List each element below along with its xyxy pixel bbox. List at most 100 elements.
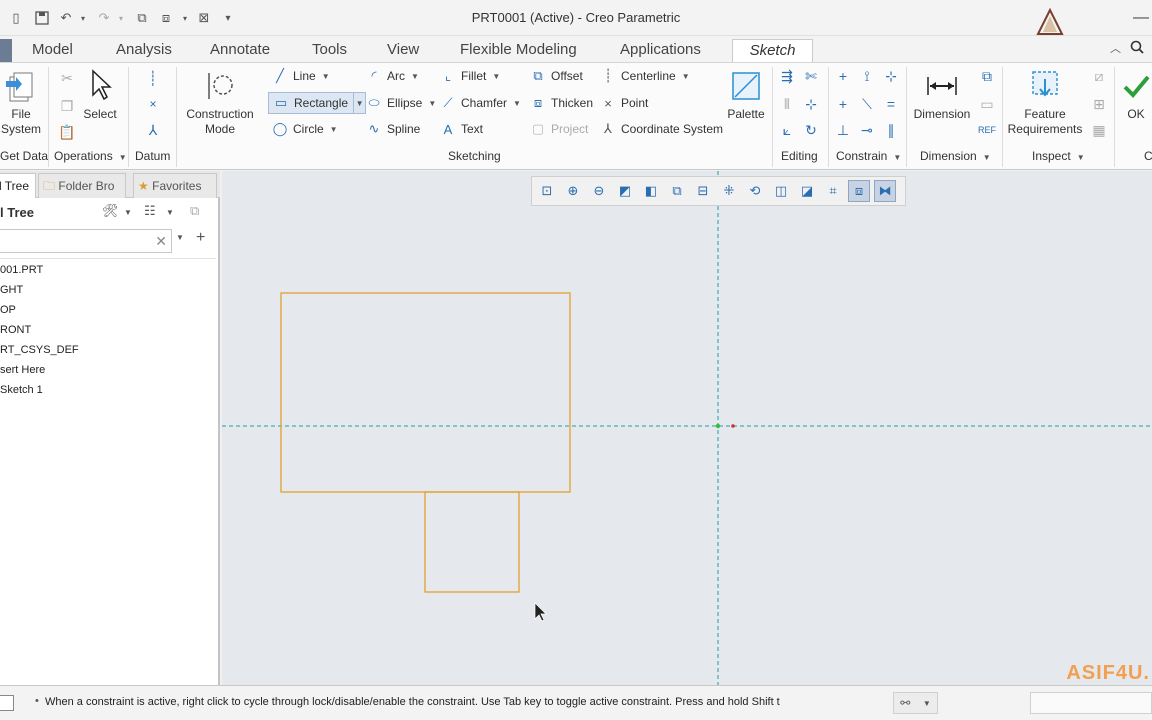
clear-icon[interactable]: ✕ <box>155 233 167 250</box>
graphics-area[interactable]: ⊡ ⊕ ⊖ ◩ ◧ ⧉ ⊟ ⁜ ⟲ ◫ ◪ ⌗ ⧈ ⧓ ASIF4U. <box>222 171 1152 685</box>
symmetric-constraint-icon[interactable]: ⊹ <box>880 65 902 87</box>
text-button[interactable]: A Text <box>440 118 483 140</box>
group-operations[interactable]: Operations ▼ <box>54 149 127 163</box>
tab-favorites[interactable]: ★ Favorites <box>133 173 217 198</box>
arc-button[interactable]: ◜ Arc ▼ <box>366 65 418 87</box>
tree-settings-icon[interactable]: 🛠 <box>102 203 119 219</box>
centerline-button[interactable]: ┊ Centerline ▼ <box>600 65 690 87</box>
datum-csys-icon[interactable]: ⅄ <box>142 119 164 141</box>
minimize-button[interactable]: — <box>1126 6 1152 30</box>
selection-filter[interactable]: ⚯ ▼ <box>893 692 938 714</box>
divide-icon[interactable]: ⊹ <box>800 93 822 115</box>
sketch-view-icon[interactable]: ◪ <box>796 180 818 202</box>
coordinate-system-button[interactable]: ⅄ Coordinate System <box>600 118 723 140</box>
tree-item-csys[interactable]: RT_CSYS_DEF <box>0 344 79 356</box>
tree-item-insert-here[interactable]: sert Here <box>0 364 45 376</box>
palette-button[interactable]: Palette <box>724 69 768 122</box>
tab-model-tree[interactable]: l Tree <box>0 173 36 198</box>
zoom-in-icon[interactable]: ⊕ <box>562 180 584 202</box>
file-tab[interactable] <box>0 39 12 62</box>
rectangle-button[interactable]: ▭ Rectangle ▼ <box>268 92 367 114</box>
datum-point-icon[interactable]: × <box>142 93 164 115</box>
delete-segment-icon[interactable]: ✄ <box>800 65 822 87</box>
ellipse-button[interactable]: ⬭ Ellipse ▼ <box>366 92 436 114</box>
paste-icon[interactable]: 📋 <box>56 121 78 143</box>
coincident-constraint-icon[interactable]: ⊸ <box>856 119 878 141</box>
annotation-display-icon[interactable]: ◫ <box>770 180 792 202</box>
mirror-icon[interactable]: ⫴ <box>776 93 798 115</box>
file-system-button[interactable]: File System <box>0 69 42 137</box>
midpoint-constraint-icon[interactable]: ⟍ <box>856 93 878 115</box>
horizontal-constraint-icon[interactable]: + <box>832 93 854 115</box>
show-dropdown-icon[interactable]: ▼ <box>166 208 174 217</box>
display-style-icon[interactable]: ◧ <box>640 180 662 202</box>
group-constrain[interactable]: Constrain ▼ <box>836 149 901 163</box>
highlight-open-ends-icon[interactable]: ⊞ <box>1088 93 1110 115</box>
construction-mode-button[interactable]: Construction Mode <box>182 69 258 137</box>
tab-applications[interactable]: Applications <box>612 39 709 62</box>
thicken-button[interactable]: ⧈ Thicken <box>530 92 593 114</box>
parallel-constraint-icon[interactable]: ∥ <box>880 119 902 141</box>
circle-button[interactable]: ◯ Circle ▼ <box>272 118 338 140</box>
tree-settings-dropdown-icon[interactable]: ▼ <box>124 208 132 217</box>
filter-field[interactable] <box>1030 692 1152 714</box>
dimension-button[interactable]: Dimension <box>910 69 974 122</box>
sketch-canvas[interactable] <box>222 171 1152 685</box>
datum-centerline-icon[interactable]: ┊ <box>142 67 164 89</box>
tree-item-part[interactable]: 001.PRT <box>0 264 43 276</box>
modify-icon[interactable]: ⇶ <box>776 65 798 87</box>
tab-model[interactable]: Model <box>24 39 81 62</box>
tree-item-top-plane[interactable]: OP <box>0 304 16 316</box>
perimeter-icon[interactable]: ▭ <box>976 93 998 115</box>
sketcher-display-filters-icon[interactable]: ⌗ <box>822 180 844 202</box>
select-button[interactable]: Select <box>80 69 120 122</box>
search-icon[interactable] <box>1130 38 1144 56</box>
tree-item-right-plane[interactable]: GHT <box>0 284 23 296</box>
tree-item-front-plane[interactable]: RONT <box>0 324 31 336</box>
group-inspect[interactable]: Inspect ▼ <box>1032 149 1085 163</box>
group-dimension[interactable]: Dimension ▼ <box>920 149 991 163</box>
collapse-ribbon-icon[interactable]: ︿ <box>1110 39 1121 57</box>
add-column-icon[interactable]: + <box>196 229 205 247</box>
tree-filter-icon[interactable]: ⧉ <box>190 203 199 219</box>
overlapping-geometry-icon[interactable]: ⧄ <box>1088 65 1110 87</box>
equal-constraint-icon[interactable]: = <box>880 93 902 115</box>
reference-icon[interactable]: REF <box>976 119 998 141</box>
tab-view[interactable]: View <box>379 39 427 62</box>
view-manager-icon[interactable]: ⊟ <box>692 180 714 202</box>
tab-tools[interactable]: Tools <box>304 39 355 62</box>
show-vertices-icon[interactable]: ⧓ <box>874 180 896 202</box>
project-button[interactable]: ▢ Project <box>530 118 589 140</box>
tab-folder-browser[interactable]: 🗀 Folder Bro <box>38 173 126 198</box>
zoom-out-icon[interactable]: ⊖ <box>588 180 610 202</box>
point-button[interactable]: × Point <box>600 92 648 114</box>
tab-flexible-modeling[interactable]: Flexible Modeling <box>452 39 585 62</box>
tangent-constraint-icon[interactable]: ⟟ <box>856 65 878 87</box>
offset-button[interactable]: ⧉ Offset <box>530 65 582 87</box>
refit-icon[interactable]: ⊡ <box>536 180 558 202</box>
vertical-constraint-icon[interactable]: + <box>832 65 854 87</box>
feature-requirements-button[interactable]: Feature Requirements <box>1004 69 1086 137</box>
repaint-icon[interactable]: ◩ <box>614 180 636 202</box>
baseline-icon[interactable]: ⧉ <box>976 65 998 87</box>
spin-center-icon[interactable]: ⟲ <box>744 180 766 202</box>
message-log-icon[interactable] <box>0 695 14 711</box>
tab-annotate[interactable]: Annotate <box>202 39 278 62</box>
datum-display-icon[interactable]: ⁜ <box>718 180 740 202</box>
cut-icon[interactable]: ✂ <box>56 67 78 89</box>
tree-search-input[interactable]: ✕ <box>0 229 172 253</box>
perpendicular-constraint-icon[interactable]: ⊥ <box>832 119 854 141</box>
spline-button[interactable]: ∿ Spline <box>366 118 421 140</box>
show-icon[interactable]: ☷ <box>144 203 156 219</box>
copy-icon[interactable]: ❐ <box>56 95 78 117</box>
search-dropdown-icon[interactable]: ▼ <box>176 233 184 242</box>
ok-button[interactable]: OK <box>1120 69 1152 122</box>
tab-analysis[interactable]: Analysis <box>108 39 180 62</box>
shade-closed-loops-icon[interactable]: ▦ <box>1088 119 1110 141</box>
tree-item-sketch[interactable]: Sketch 1 <box>0 384 43 396</box>
rotate-resize-icon[interactable]: ↻ <box>800 119 822 141</box>
saved-orientations-icon[interactable]: ⧉ <box>666 180 688 202</box>
show-constraints-icon[interactable]: ⧈ <box>848 180 870 202</box>
line-button[interactable]: ╱ Line ▼ <box>272 65 330 87</box>
tab-sketch[interactable]: Sketch <box>732 39 813 62</box>
